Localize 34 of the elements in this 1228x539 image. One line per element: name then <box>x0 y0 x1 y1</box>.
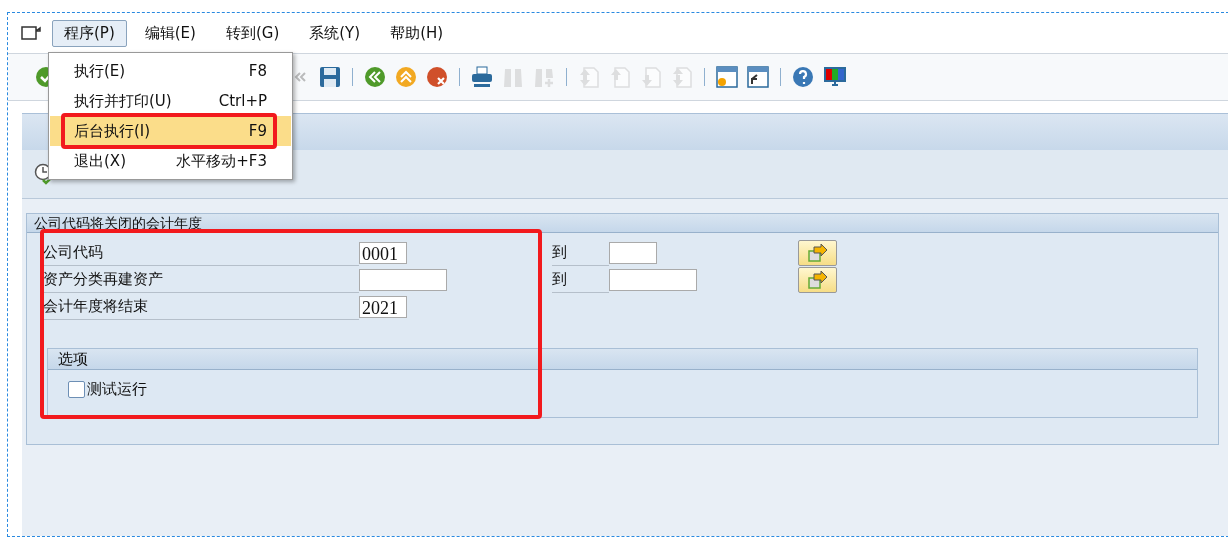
menu-item[interactable]: 转到(G) <box>213 19 292 47</box>
menu-item[interactable]: 退出(X) 水平移动+F3 <box>50 146 291 176</box>
menu-item[interactable]: 执行并打印(U) Ctrl+P <box>50 86 291 116</box>
back-icon[interactable] <box>364 66 386 88</box>
exit-icon[interactable] <box>395 66 417 88</box>
menu-item[interactable]: 编辑(E) <box>132 19 208 47</box>
menu-item[interactable]: 系统(Y) <box>297 19 373 47</box>
menu-item[interactable]: 帮助(H) <box>378 19 456 47</box>
input-field[interactable] <box>609 268 697 291</box>
arrow-icon <box>806 243 829 262</box>
group-title: 选项 <box>48 349 1197 370</box>
multiple-selection-button[interactable] <box>798 239 837 266</box>
save-icon[interactable] <box>319 66 341 88</box>
menu-icon[interactable] <box>20 25 42 41</box>
checkbox[interactable] <box>68 381 85 398</box>
shortcut-window-icon[interactable] <box>747 66 769 88</box>
input-field[interactable] <box>359 268 447 291</box>
field-label: 会计年度将结束 <box>43 293 359 320</box>
menu-item[interactable]: 后台执行(I) F9 <box>50 116 291 146</box>
print-icon[interactable] <box>471 66 493 88</box>
field-label: 资产分类再建资产 <box>43 266 359 293</box>
menu-item[interactable]: 程序(P) <box>52 19 127 47</box>
field-label: 公司代码 <box>43 239 359 266</box>
arrow-icon <box>806 270 829 289</box>
input-field[interactable]: 0001 <box>359 241 407 264</box>
multiple-selection-button[interactable] <box>798 266 837 293</box>
new-window-icon[interactable] <box>716 66 738 88</box>
menu-item[interactable]: 执行(E) F8 <box>50 56 291 86</box>
cancel-icon[interactable] <box>426 66 448 88</box>
input-field[interactable]: 2021 <box>359 295 407 318</box>
input-field[interactable] <box>609 241 657 264</box>
checkbox-label: 测试运行 <box>87 380 147 399</box>
help-icon[interactable] <box>792 66 814 88</box>
monitor-icon[interactable] <box>823 66 847 88</box>
